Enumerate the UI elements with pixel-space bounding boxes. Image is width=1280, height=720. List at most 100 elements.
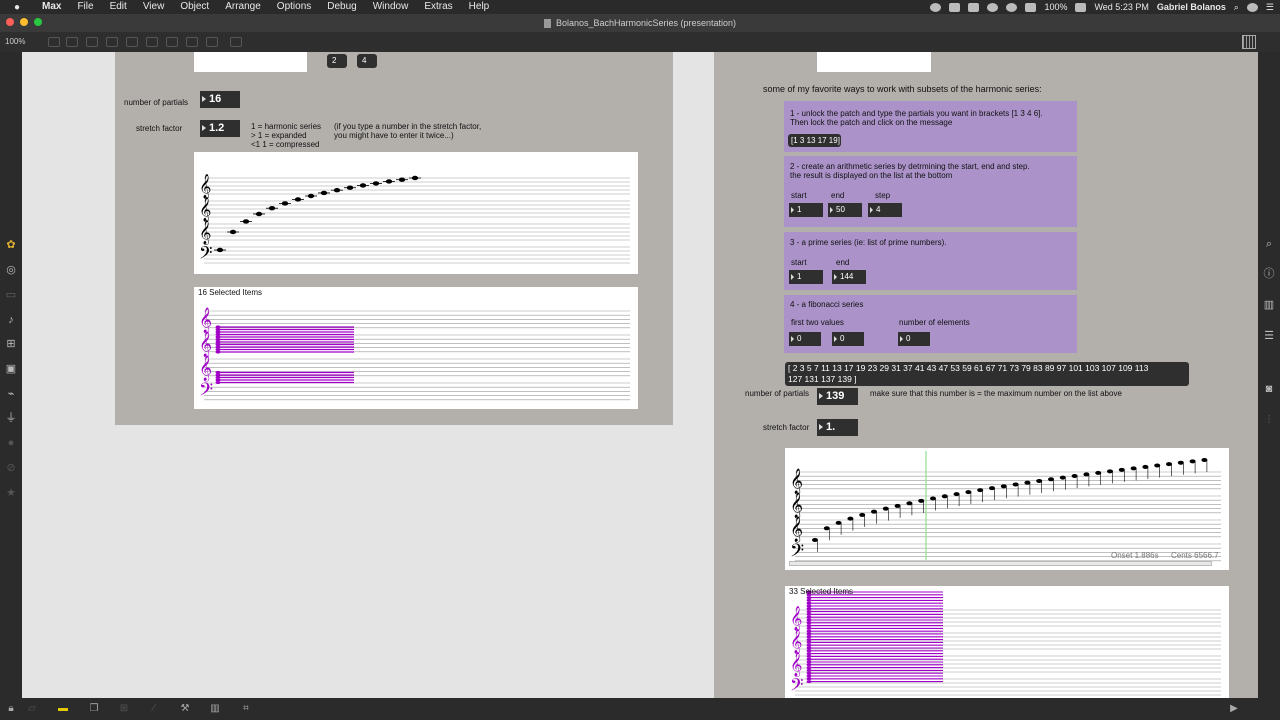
toolbar-button[interactable] <box>146 37 158 47</box>
disabled-icon[interactable]: ⊘ <box>5 462 17 474</box>
piano-icon[interactable]: ▥ <box>209 703 221 715</box>
note-icon[interactable]: ♪ <box>5 314 17 326</box>
siri-icon[interactable] <box>1246 2 1258 12</box>
menu-view[interactable]: View <box>135 0 173 14</box>
info-icon[interactable]: ⓘ <box>1263 268 1275 280</box>
arith-step-number[interactable]: 4 <box>868 203 902 217</box>
grid-icon[interactable] <box>1242 35 1256 49</box>
toolbar-button[interactable] <box>66 37 78 47</box>
dropbox-icon[interactable] <box>968 2 980 12</box>
menu-file[interactable]: File <box>69 0 101 14</box>
star-icon[interactable]: ★ <box>5 487 17 499</box>
arith-end-number[interactable]: 50 <box>828 203 862 217</box>
close-window-icon[interactable] <box>6 18 14 26</box>
keyboard-icon[interactable]: ⌗ <box>240 703 252 715</box>
book-icon[interactable]: ▥ <box>1263 299 1275 311</box>
grid-icon[interactable]: ⊞ <box>118 703 130 715</box>
edit-icon[interactable]: ▱ <box>26 703 38 715</box>
toolbar-button[interactable] <box>48 37 60 47</box>
right-selected-staff[interactable]: 33 Selected Items 𝄞 𝄞 𝄞 𝄢 <box>785 586 1229 698</box>
camera-icon[interactable]: ◙ <box>1263 383 1275 395</box>
menu-app[interactable]: Max <box>34 0 69 14</box>
bottom-toolbar: 🔒︎ ▱ ▬ ❐ ⊞ ⁄ ⚒ ▥ ⌗ ▶ <box>0 698 1280 720</box>
patcher-canvas[interactable]: 2 4 number of partials 16 stretch factor… <box>22 52 1258 698</box>
comment-icon[interactable]: ▬ <box>57 703 69 715</box>
wifi-icon[interactable] <box>1006 2 1018 12</box>
circle-icon[interactable]: ● <box>5 437 17 449</box>
menu-options[interactable]: Options <box>269 0 319 14</box>
zoom-window-icon[interactable] <box>34 18 42 26</box>
battery-icon[interactable] <box>1075 2 1087 12</box>
toolbar-button[interactable] <box>206 37 218 47</box>
selected-note-head <box>806 621 812 625</box>
target-icon[interactable]: ◎ <box>5 264 17 276</box>
record-icon[interactable] <box>930 2 942 12</box>
wand-icon[interactable]: ⁄ <box>148 703 160 715</box>
clip-icon[interactable]: ⌁ <box>5 388 17 400</box>
apple-icon[interactable]: ● <box>0 2 34 13</box>
arith-start-number[interactable]: 1 <box>789 203 823 217</box>
selected-note-head <box>806 607 812 611</box>
presentation-icon[interactable]: ⊞ <box>5 338 17 350</box>
menu-debug[interactable]: Debug <box>319 0 364 14</box>
prime-end-number[interactable]: 144 <box>832 270 866 284</box>
stretch-number[interactable]: 1.2 <box>200 120 240 137</box>
sync-icon[interactable] <box>987 2 999 12</box>
selected-items-label: 16 Selected Items <box>198 288 263 297</box>
objects-icon[interactable]: ✿ <box>5 239 17 251</box>
search-icon[interactable]: ⌕ <box>1263 238 1275 250</box>
windows-icon[interactable]: ❐ <box>88 703 100 715</box>
toolbar-button[interactable] <box>106 37 118 47</box>
toolbar-button[interactable] <box>230 37 242 47</box>
prime-start-number[interactable]: 1 <box>789 270 823 284</box>
treble-clef-icon: 𝄞 <box>199 355 212 381</box>
image-icon[interactable]: ▣ <box>5 363 17 375</box>
note-head <box>930 496 936 501</box>
selected-note-head <box>806 598 812 602</box>
toolbar-button[interactable] <box>126 37 138 47</box>
right-partials-number[interactable]: 139 <box>817 388 858 405</box>
notification-icon[interactable]: ☰ <box>1266 2 1274 13</box>
menu-arrange[interactable]: Arrange <box>217 0 269 14</box>
user-name[interactable]: Gabriel Bolanos <box>1157 2 1226 12</box>
hidden-icon[interactable]: ▭ <box>5 289 17 301</box>
menu-object[interactable]: Object <box>172 0 217 14</box>
spotlight-icon[interactable]: ⌕ <box>1234 2 1239 13</box>
minimize-window-icon[interactable] <box>20 18 28 26</box>
toolbar-button[interactable] <box>166 37 178 47</box>
menu-extras[interactable]: Extras <box>416 0 460 14</box>
partials-list-message[interactable]: [1 3 13 17 19] <box>788 134 841 147</box>
menu-window[interactable]: Window <box>365 0 417 14</box>
wrench-icon[interactable]: ⚒ <box>179 703 191 715</box>
list-icon[interactable]: ☰ <box>1263 330 1275 342</box>
fib-value-1[interactable]: 0 <box>789 332 821 346</box>
message-4[interactable]: 4 <box>357 54 377 68</box>
display-icon[interactable] <box>949 2 961 12</box>
volume-icon[interactable] <box>1025 2 1037 12</box>
sliders-icon[interactable]: ⫶ <box>1263 414 1275 426</box>
fib-value-2[interactable]: 0 <box>832 332 864 346</box>
clock[interactable]: Wed 5:23 PM <box>1094 2 1148 12</box>
menu-help[interactable]: Help <box>461 0 498 14</box>
play-icon[interactable]: ▶ <box>1228 703 1240 715</box>
harmonic-staff[interactable]: 𝄞 𝄞 𝄞 𝄢 <box>194 152 638 274</box>
menu-edit[interactable]: Edit <box>102 0 135 14</box>
selected-note-head <box>806 624 812 628</box>
message-2[interactable]: 2 <box>327 54 347 68</box>
right-stretch-number[interactable]: 1. <box>817 419 858 436</box>
prime-partials-staff[interactable]: 𝄞 𝄞 𝄞 𝄢 Onset 1.886s Cents 6566.7 <box>785 448 1229 570</box>
selected-note-head <box>806 618 812 622</box>
horizontal-scrollbar[interactable] <box>789 561 1212 566</box>
battery-percent[interactable]: 100% <box>1044 2 1067 12</box>
legend-compressed: <1 1 = compressed <box>251 140 320 149</box>
zoom-menu[interactable]: 100% <box>5 37 25 46</box>
fib-elements-number[interactable]: 0 <box>898 332 930 346</box>
toolbar-button[interactable] <box>86 37 98 47</box>
plug-icon[interactable]: ⏚ <box>5 412 17 424</box>
prime-list-message[interactable]: [ 2 3 5 7 11 13 17 19 23 29 31 37 41 43 … <box>785 362 1189 386</box>
toolbar-button[interactable] <box>186 37 198 47</box>
selected-staff[interactable]: 16 Selected Items 𝄞 𝄞 𝄞 𝄢 <box>194 287 638 409</box>
partials-number[interactable]: 16 <box>200 91 240 108</box>
selected-note-head <box>806 626 812 630</box>
lock-icon[interactable]: 🔒︎ <box>5 703 17 715</box>
